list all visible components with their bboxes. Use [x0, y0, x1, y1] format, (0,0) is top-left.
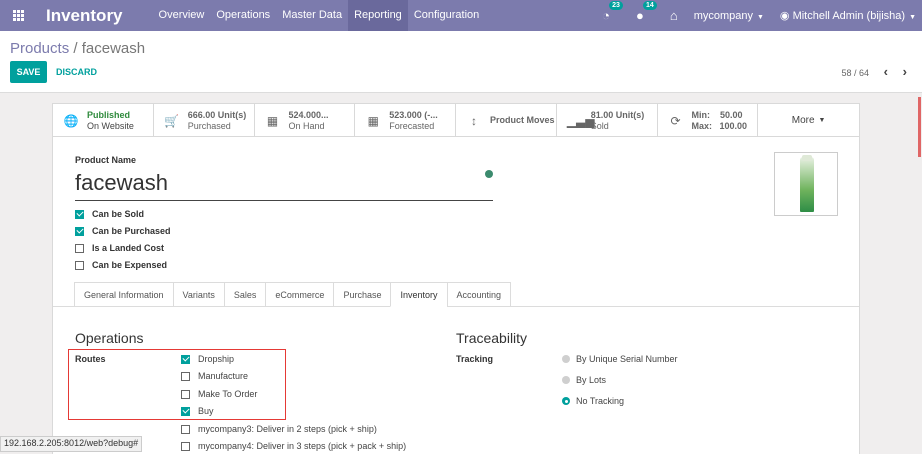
tab-ecommerce[interactable]: eCommerce [265, 282, 334, 307]
tab-variants[interactable]: Variants [172, 282, 224, 307]
purchased-button[interactable]: 🛒 666.00 Unit(s) Purchased [154, 104, 255, 137]
notebook-tabs: General Information Variants Sales eComm… [74, 282, 512, 307]
breadcrumb-products[interactable]: Products [10, 40, 69, 57]
tracking-lots-radio[interactable]: By Lots [562, 375, 606, 385]
avatar: ◉ [779, 10, 793, 22]
smart-buttons: 🌐 Published On Website 🛒 666.00 Unit(s) Pu… [53, 104, 859, 137]
globe-icon: 🌐 [63, 113, 79, 128]
activity-count-badge: 23 [609, 1, 623, 10]
save-button[interactable]: SAVE [10, 61, 47, 83]
product-image[interactable] [774, 152, 838, 216]
menu-master-data[interactable]: Master Data [276, 0, 348, 31]
product-moves-button[interactable]: ↕ Product Moves [456, 104, 557, 137]
caret-down-icon: ▼ [818, 117, 826, 124]
top-navbar: Inventory Overview Operations Master Dat… [0, 0, 922, 31]
user-menu[interactable]: ◉ Mitchell Admin (bijisha) ▼ [780, 9, 916, 22]
company-switcher[interactable]: mycompany ▼ [694, 10, 764, 22]
on-hand-button[interactable]: ▦ 524.000... On Hand [255, 104, 356, 137]
breadcrumb-current: facewash [81, 40, 146, 57]
menu-overview[interactable]: Overview [153, 0, 211, 31]
message-count-badge: 14 [642, 1, 657, 10]
tab-sales[interactable]: Sales [223, 282, 266, 307]
routes-highlight-box [68, 349, 286, 420]
breadcrumb-separator: / [73, 40, 78, 57]
route-mycompany3-checkbox[interactable]: mycompany3: Deliver in 2 steps (pick + s… [181, 424, 377, 434]
building-icon: ▦ [266, 113, 279, 128]
traceability-title: Traceability [456, 330, 528, 346]
activity-icon[interactable]: ◔ 23 [602, 1, 623, 23]
tracking-none-radio[interactable]: No Tracking [562, 396, 624, 406]
cart-icon: 🛒 [164, 113, 180, 128]
tab-inventory[interactable]: Inventory [390, 282, 447, 307]
route-buy-checkbox[interactable]: Buy [181, 406, 214, 416]
more-dropdown[interactable]: More ▼ [758, 104, 859, 137]
control-panel: Products / facewash SAVE DISCARD 58 / 64… [0, 31, 922, 93]
pager-value[interactable]: 58 / 64 [841, 68, 869, 78]
route-manufacture-checkbox[interactable]: Manufacture [181, 371, 248, 381]
tracking-label: Tracking [456, 354, 494, 364]
company-icon: ⌂ [669, 8, 678, 23]
menu-operations[interactable]: Operations [210, 0, 276, 31]
pager-next-icon[interactable]: › [903, 64, 907, 79]
tracking-serial-radio[interactable]: By Unique Serial Number [562, 354, 678, 364]
sold-button[interactable]: ▁▃▅ 81.00 Unit(s) Sold [557, 104, 658, 137]
breadcrumb: Products / facewash [10, 40, 145, 57]
route-make-to-order-checkbox[interactable]: Make To Order [181, 389, 257, 399]
tab-general-information[interactable]: General Information [74, 282, 173, 307]
can-be-purchased-checkbox[interactable]: Can be Purchased [75, 226, 171, 236]
menu-reporting[interactable]: Reporting [348, 0, 408, 31]
translate-globe-icon[interactable] [485, 170, 493, 178]
can-be-expensed-checkbox[interactable]: Can be Expensed [75, 260, 167, 270]
scrollbar[interactable] [918, 97, 921, 157]
product-name-label: Product Name [75, 155, 137, 165]
website-published-button[interactable]: 🌐 Published On Website [53, 104, 154, 137]
menu-configuration[interactable]: Configuration [408, 0, 485, 31]
form-sheet: 🌐 Published On Website 🛒 666.00 Unit(s) Pu… [52, 103, 860, 454]
refresh-icon: ⟳ [670, 113, 681, 128]
tab-accounting[interactable]: Accounting [446, 282, 512, 307]
can-be-sold-checkbox[interactable]: Can be Sold [75, 209, 144, 219]
building-icon: ▦ [367, 113, 379, 128]
operations-title: Operations [75, 330, 144, 346]
bar-chart-icon: ▁▃▅ [566, 113, 595, 128]
apps-grid-icon[interactable] [0, 0, 36, 31]
reordering-rules-button[interactable]: ⟳ Min: 50.00 Max: 100.00 [658, 104, 759, 137]
is-landed-cost-checkbox[interactable]: Is a Landed Cost [75, 243, 164, 253]
app-brand[interactable]: Inventory [46, 6, 123, 26]
status-bar-url: 192.168.2.205:8012/web?debug# [0, 436, 143, 452]
product-name-input[interactable]: facewash [75, 170, 493, 201]
product-tube-picture [800, 157, 814, 212]
route-mycompany4-checkbox[interactable]: mycompany4: Deliver in 3 steps (pick + p… [181, 441, 406, 451]
forecasted-button[interactable]: ▦ 523.000 (-... Forecasted [355, 104, 456, 137]
tab-purchase[interactable]: Purchase [333, 282, 391, 307]
arrows-v-icon: ↕ [471, 113, 477, 128]
route-dropship-checkbox[interactable]: Dropship [181, 354, 234, 364]
messages-icon[interactable]: ● 14 [636, 1, 657, 23]
discard-button[interactable]: DISCARD [56, 61, 97, 83]
pager-previous-icon[interactable]: ‹ [884, 64, 888, 79]
